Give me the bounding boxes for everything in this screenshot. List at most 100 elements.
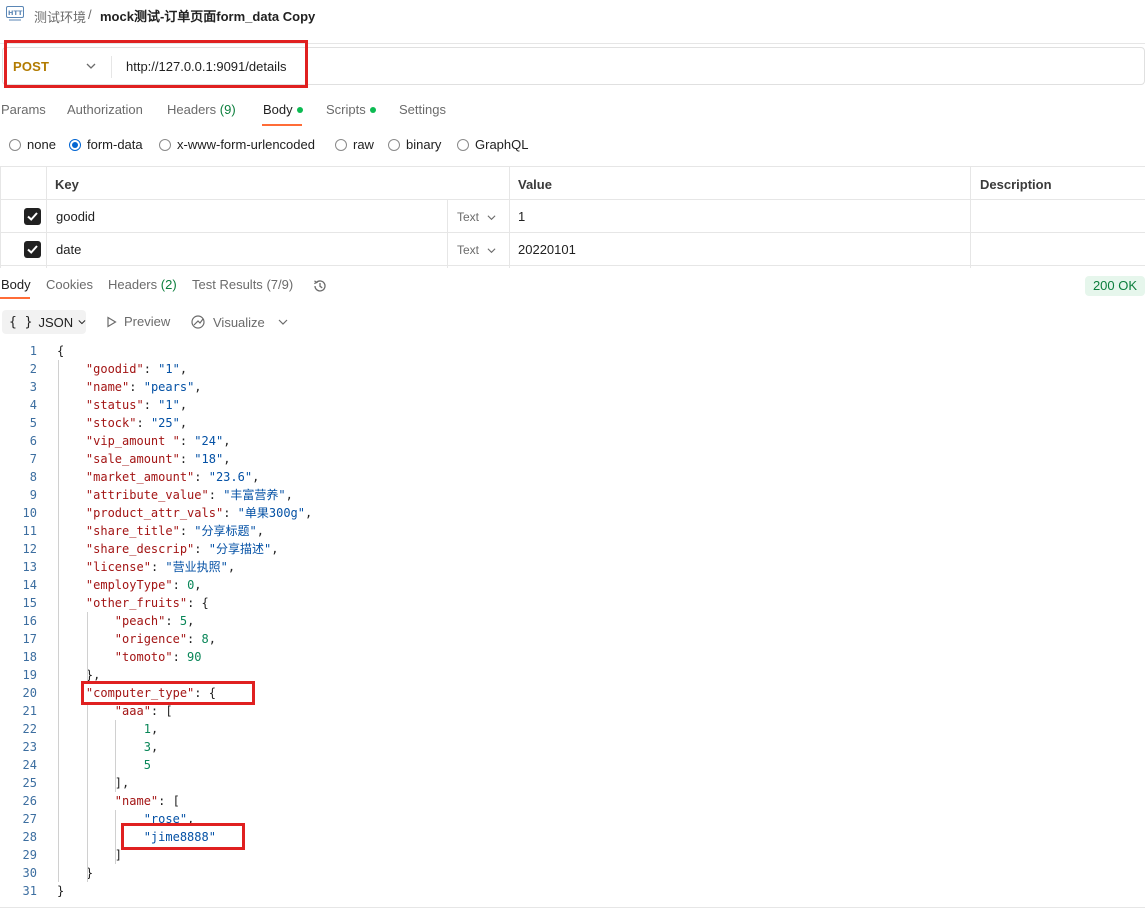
line-number: 1	[29, 344, 37, 358]
tab-headers[interactable]: Headers (9)	[167, 102, 236, 117]
code-line: 18 "tomoto": 90	[0, 648, 1145, 666]
radio-graphql-label: GraphQL	[475, 137, 529, 152]
code-line: 15 "other_fruits": {	[0, 594, 1145, 612]
code-line: 19 },	[0, 666, 1145, 684]
code-line: 14 "employType": 0,	[0, 576, 1145, 594]
row-type-select[interactable]: Text	[457, 210, 496, 224]
code-text: 5	[143, 758, 151, 772]
row-key[interactable]: goodid	[56, 209, 95, 224]
code-text: "jime8888"	[143, 830, 216, 844]
code-text: }	[57, 884, 65, 898]
code-line: 23 3,	[0, 738, 1145, 756]
history-icon[interactable]	[312, 278, 328, 294]
col-header-description: Description	[980, 177, 1052, 192]
line-number: 7	[29, 452, 37, 466]
code-text: },	[57, 668, 101, 682]
row-value[interactable]: 20220101	[518, 242, 576, 257]
line-number: 21	[22, 704, 37, 718]
chevron-down-icon	[487, 215, 496, 221]
radio-none-circle[interactable]	[9, 138, 21, 151]
code-text: ],	[57, 776, 130, 790]
radio-form-data-circle[interactable]	[69, 138, 81, 151]
response-tab-headers-count: (2)	[160, 277, 177, 292]
checkmark-icon	[27, 212, 38, 221]
checkmark-icon	[27, 245, 38, 254]
response-tab-headers-label: Headers	[108, 277, 158, 292]
json-braces-icon: { }	[9, 314, 33, 330]
code-text: "vip_amount ": "24",	[85, 434, 231, 448]
line-number: 14	[22, 578, 37, 592]
line-number: 12	[22, 542, 37, 556]
tab-body-label: Body	[263, 102, 293, 117]
response-tab-headers[interactable]: Headers (2)	[108, 277, 177, 292]
response-tab-test-results[interactable]: Test Results (7/9)	[192, 277, 293, 292]
radio-urlencoded-circle[interactable]	[159, 138, 171, 151]
response-tab-cookies[interactable]: Cookies	[46, 277, 93, 292]
code-text: "attribute_value": "丰富营养",	[85, 488, 293, 502]
status-badge[interactable]: 200 OK	[1085, 276, 1145, 296]
request-title[interactable]: mock测试-订单页面form_data Copy	[100, 6, 315, 25]
url-input[interactable]: http://127.0.0.1:9091/details	[126, 59, 286, 74]
preview-button[interactable]: Preview	[106, 314, 170, 329]
line-number: 28	[22, 830, 37, 844]
radio-raw-label: raw	[353, 137, 374, 152]
code-line: 5 "stock": "25",	[0, 414, 1145, 432]
row-checkbox[interactable]	[24, 208, 41, 225]
tab-body[interactable]: Body	[263, 102, 303, 117]
chevron-down-icon[interactable]	[277, 316, 289, 328]
radio-form-data-label: form-data	[87, 137, 143, 152]
code-text: "sale_amount": "18",	[85, 452, 231, 466]
code-line: 9 "attribute_value": "丰富营养",	[0, 486, 1145, 504]
line-number: 10	[22, 506, 37, 520]
format-select[interactable]: { } JSON	[2, 310, 86, 334]
tab-authorization[interactable]: Authorization	[67, 102, 143, 117]
row-value[interactable]: 1	[518, 209, 525, 224]
code-text: "market_amount": "23.6",	[85, 470, 260, 484]
radio-graphql-circle[interactable]	[457, 138, 469, 151]
radio-binary-circle[interactable]	[388, 138, 400, 151]
radio-binary[interactable]: binary	[388, 137, 441, 152]
radio-none[interactable]: none	[9, 137, 56, 152]
breadcrumb-bar: HTTP 测试环境 / mock测试-订单页面form_data Copy	[0, 0, 1145, 30]
code-text: "other_fruits": {	[85, 596, 209, 610]
url-divider	[111, 56, 112, 78]
line-number: 6	[29, 434, 37, 448]
code-text: 1,	[143, 722, 159, 736]
line-number: 13	[22, 560, 37, 574]
line-number: 24	[22, 758, 37, 772]
indent-guide	[87, 702, 88, 882]
visualize-button[interactable]: Visualize	[190, 314, 265, 330]
response-tab-test-results-count: (7/9)	[266, 277, 294, 292]
chevron-down-icon[interactable]	[85, 60, 97, 72]
radio-raw-circle[interactable]	[335, 138, 347, 151]
scripts-indicator-dot	[369, 106, 376, 113]
code-line: 7 "sale_amount": "18",	[0, 450, 1145, 468]
table-row: date Text 20220101	[0, 233, 1145, 266]
line-number: 2	[29, 362, 37, 376]
line-number: 31	[22, 884, 37, 898]
http-icon: HTTP	[6, 6, 24, 21]
response-tab-body[interactable]: Body	[1, 277, 31, 292]
code-text: "license": "营业执照",	[85, 560, 236, 574]
tab-settings[interactable]: Settings	[399, 102, 446, 117]
line-number: 9	[29, 488, 37, 502]
tab-params[interactable]: Params	[1, 102, 46, 117]
code-text: "tomoto": 90	[114, 650, 202, 664]
tab-scripts[interactable]: Scripts	[326, 102, 376, 117]
response-tab-test-results-label: Test Results	[192, 277, 263, 292]
line-number: 5	[29, 416, 37, 430]
visualize-icon	[191, 315, 205, 329]
row-key[interactable]: date	[56, 242, 81, 257]
breadcrumb-workspace[interactable]: 测试环境	[34, 7, 86, 26]
method-select[interactable]: POST	[13, 59, 49, 74]
radio-graphql[interactable]: GraphQL	[457, 137, 528, 152]
radio-form-data[interactable]: form-data	[69, 137, 143, 152]
code-line: 27 "rose",	[0, 810, 1145, 828]
preview-label: Preview	[124, 314, 171, 329]
radio-urlencoded[interactable]: x-www-form-urlencoded	[159, 137, 315, 152]
code-line: 2 "goodid": "1",	[0, 360, 1145, 378]
radio-raw[interactable]: raw	[335, 137, 374, 152]
row-type-select[interactable]: Text	[457, 243, 496, 257]
breadcrumb-separator: /	[88, 7, 92, 22]
row-checkbox[interactable]	[24, 241, 41, 258]
